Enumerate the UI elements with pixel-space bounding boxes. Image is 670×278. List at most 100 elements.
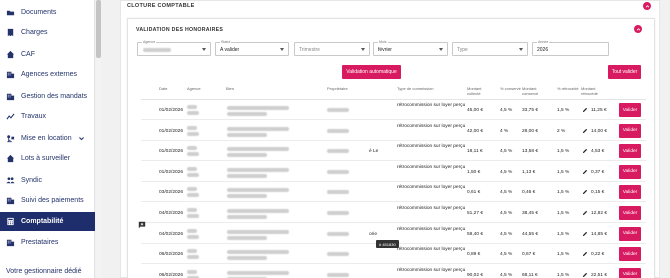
valider-button[interactable]: Valider: [619, 185, 641, 200]
edit-pencil-icon[interactable]: [582, 189, 588, 195]
proprietaire-cell: orie: [369, 231, 377, 237]
mois-select[interactable]: Mois février: [373, 40, 448, 56]
edit-pencil-icon[interactable]: [582, 210, 588, 216]
sidebar-item-gestion-des-mandats[interactable]: Gestion des mandats: [0, 87, 95, 106]
column-header[interactable]: Propriétaire: [327, 86, 387, 91]
pct-retrocede-cell: 1,5 %: [557, 190, 570, 196]
validation-automatique-button[interactable]: Validation automatique: [342, 65, 401, 79]
table-row: 01/02/2026 rétrocommission sur loyer perç…: [141, 122, 646, 141]
column-header[interactable]: Bien: [226, 86, 286, 91]
valider-button[interactable]: Valider: [619, 226, 641, 241]
montant-conserve-cell: 13,58 €: [522, 149, 539, 155]
sidebar-item-label: Syndic: [21, 177, 43, 184]
chart-line-icon: [6, 112, 15, 121]
agence-redacted: [187, 172, 199, 177]
validation-honoraires-title: VALIDATION DES HONORAIRES: [136, 27, 224, 33]
montant-retrocede-cell: 22,51 €: [591, 272, 608, 278]
pct-retrocede-cell: 2 %: [557, 128, 566, 134]
dropdown-arrow-icon: [280, 48, 284, 51]
edit-pencil-icon[interactable]: [582, 169, 588, 175]
agence-label: Agence: [142, 40, 157, 44]
edit-pencil-icon[interactable]: [582, 148, 588, 154]
pct-conserve-cell: 4,5 %: [500, 231, 513, 237]
sidebar-item-charges[interactable]: Charges: [0, 23, 95, 42]
valider-button[interactable]: Valider: [619, 206, 641, 220]
bien-redacted: [227, 126, 289, 131]
agence-redacted: [187, 249, 197, 254]
edit-pencil-icon[interactable]: [582, 251, 588, 257]
sidebar-item-mise-en-location[interactable]: Mise en location: [0, 129, 95, 148]
sidebar-item-suivi-des-paiements[interactable]: Suivi des paiements: [0, 191, 95, 210]
montant-conserve-cell: 0,46 €: [522, 190, 536, 196]
sidebar-item-label: Suivi des paiements: [21, 197, 84, 204]
agence-redacted: [187, 152, 199, 157]
statut-select[interactable]: Statut A valider: [215, 40, 289, 56]
collapse-validation-button[interactable]: [634, 25, 642, 33]
montant-conserve-cell: 28,00 €: [522, 128, 539, 134]
cloture-comptable-title: CLOTURE COMPTABLE: [127, 3, 195, 9]
pct-conserve-cell: 4 %: [500, 128, 509, 134]
proprietaire-redacted: [327, 231, 349, 236]
edit-pencil-icon[interactable]: [582, 231, 588, 237]
collapse-cloture-button[interactable]: [643, 2, 651, 10]
column-header[interactable]: Montant conservé: [522, 86, 548, 96]
valider-button[interactable]: Valider: [619, 144, 641, 159]
montant-retrocede-cell: 4,53 €: [591, 149, 605, 155]
dropdown-arrow-icon: [439, 48, 443, 51]
commission-type-cell: rétrocommission sur loyer perçu: [397, 123, 466, 129]
column-header[interactable]: Montant collecté: [467, 86, 493, 96]
column-header[interactable]: Montant rétrocédé: [581, 86, 607, 96]
column-header[interactable]: Type de commission: [397, 86, 457, 91]
sidebar-item-caf[interactable]: CAF: [0, 45, 95, 64]
commission-type-cell: rétrocommission sur loyer perçu: [397, 103, 466, 108]
sidebar-item-label: CAF: [21, 51, 35, 58]
sidebar-item-documents[interactable]: Documents: [0, 3, 95, 22]
sidebar-item-comptabilit[interactable]: Comptabilité: [0, 212, 95, 231]
valider-button[interactable]: Valider: [619, 103, 641, 117]
commission-type-cell: rétrocommission sur loyer perçu: [397, 164, 466, 170]
bien-redacted: [227, 106, 289, 110]
sidebar-footer[interactable]: Votre gestionnaire dédié: [6, 268, 82, 275]
sidebar-item-agences-externes[interactable]: Agences externes: [0, 65, 95, 84]
add-comment-icon[interactable]: [138, 221, 146, 229]
valider-button[interactable]: Valider: [619, 247, 641, 262]
montant-conserve-cell: 44,55 €: [522, 231, 539, 237]
valider-button[interactable]: Valider: [619, 267, 641, 278]
pct-retrocede-cell: 1,5 %: [557, 272, 570, 278]
table-header-divider: [141, 99, 646, 100]
annee-input[interactable]: Année 2026: [532, 40, 609, 56]
sidebar-item-label: Documents: [21, 9, 57, 16]
valider-button[interactable]: Valider: [619, 164, 641, 179]
date-cell: 06/02/2026: [159, 252, 184, 258]
agence-select[interactable]: Agence: [137, 40, 211, 56]
trimestre-select[interactable]: Trimestre: [294, 42, 370, 56]
edit-pencil-icon[interactable]: [582, 107, 588, 113]
montant-retrocede-cell: 0,37 €: [591, 169, 605, 175]
home-icon: [6, 154, 15, 163]
bien-redacted: [227, 215, 267, 219]
column-header[interactable]: % rétrocédé: [557, 86, 583, 91]
proprietaire-redacted: [327, 272, 349, 277]
montant-conserve-cell: 0,67 €: [522, 252, 536, 258]
sidebar-item-prestataires[interactable]: Prestataires: [0, 233, 95, 252]
sidebar-item-travaux[interactable]: Travaux: [0, 107, 95, 126]
tout-valider-button[interactable]: Tout valider: [608, 65, 641, 79]
edit-pencil-icon[interactable]: [582, 272, 588, 278]
dropdown-arrow-icon: [361, 48, 365, 51]
edit-pencil-icon[interactable]: [582, 128, 588, 134]
sidebar-item-lots-surveiller[interactable]: Lots à surveiller: [0, 149, 95, 168]
statut-value: A valider: [220, 47, 240, 53]
valider-button[interactable]: Valider: [619, 123, 641, 138]
agence-value-redacted: [143, 48, 171, 52]
chevron-down-icon[interactable]: [78, 135, 85, 142]
type-select[interactable]: Type: [452, 42, 528, 56]
date-cell: 01/02/2026: [159, 149, 184, 155]
montant-conserve-cell: 38,45 €: [522, 211, 539, 216]
bien-redacted: [227, 188, 289, 193]
pct-conserve-cell: 4,5 %: [500, 272, 513, 278]
pct-conserve-cell: 4,5 %: [500, 108, 513, 113]
sidebar-scrollbar-thumb[interactable]: [96, 0, 101, 58]
sidebar-item-syndic[interactable]: Syndic: [0, 171, 95, 190]
mois-value: février: [378, 47, 392, 53]
commission-type-cell: rétrocommission sur loyer perçu: [397, 185, 466, 191]
